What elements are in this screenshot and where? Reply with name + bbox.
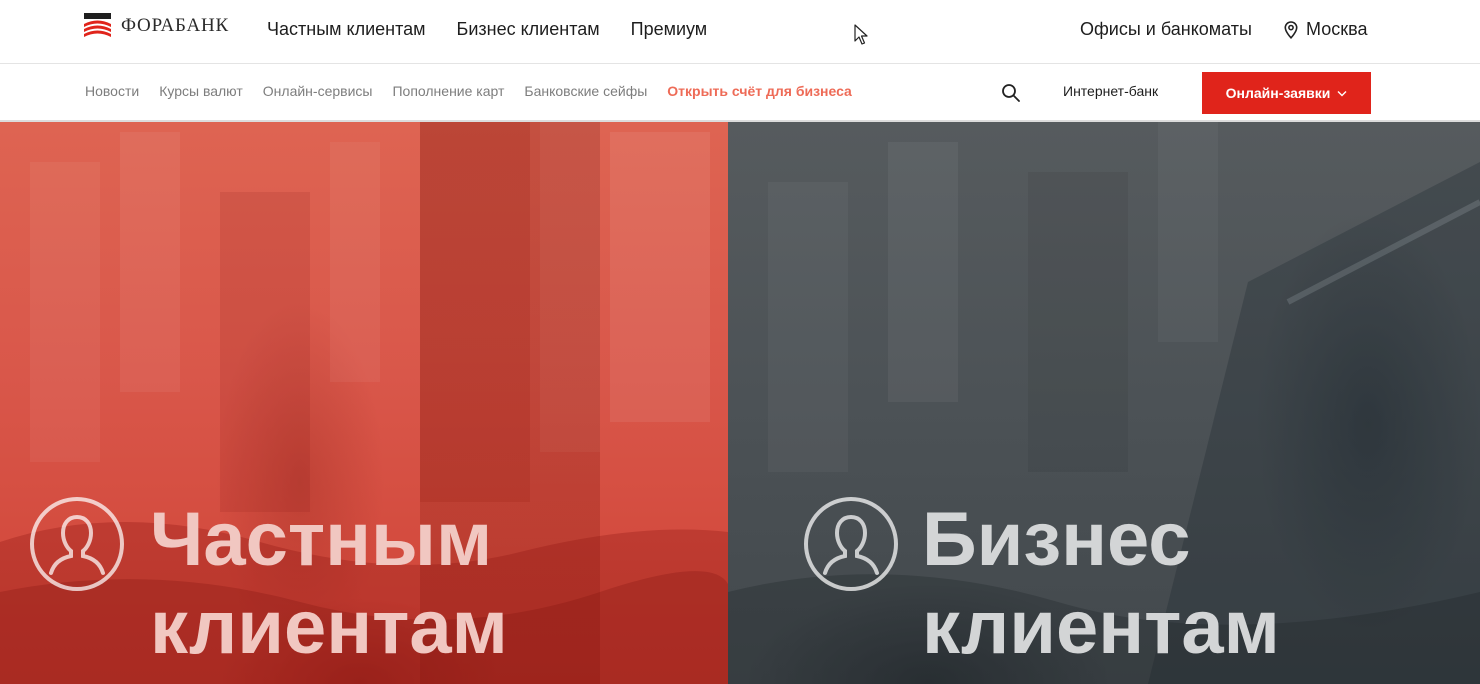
top-header: ФОРАБАНК Частным клиентам Бизнес клиента… xyxy=(0,0,1480,64)
business-clients-title-line2: клиентам xyxy=(922,585,1280,670)
sub-nav-open-business-account[interactable]: Открыть счёт для бизнеса xyxy=(667,83,852,99)
online-applications-label: Онлайн-заявки xyxy=(1225,85,1331,101)
secondary-header: Новости Курсы валют Онлайн-сервисы Попол… xyxy=(0,64,1480,122)
secondary-nav: Новости Курсы валют Онлайн-сервисы Попол… xyxy=(85,83,852,99)
offices-atms-link[interactable]: Офисы и банкоматы xyxy=(1080,19,1252,40)
private-clients-panel[interactable]: Частным клиентам xyxy=(0,122,728,684)
sub-nav-online-services[interactable]: Онлайн-сервисы xyxy=(263,83,373,99)
business-clients-title-line1: Бизнес xyxy=(922,497,1191,582)
sub-nav-exchange-rates[interactable]: Курсы валют xyxy=(159,83,243,99)
bank-logo-icon xyxy=(84,13,111,37)
user-silhouette-icon xyxy=(30,497,124,591)
business-clients-title: Бизнес клиентам xyxy=(922,496,1280,672)
business-clients-panel[interactable]: Бизнес клиентам xyxy=(728,122,1480,684)
private-clients-title: Частным клиентам xyxy=(150,496,508,672)
map-pin-icon xyxy=(1284,20,1298,39)
city-label: Москва xyxy=(1306,19,1368,39)
logo[interactable]: ФОРАБАНК xyxy=(84,13,229,39)
main-nav-private-clients[interactable]: Частным клиентам xyxy=(267,19,426,40)
user-silhouette-icon xyxy=(804,497,898,591)
private-clients-title-line1: Частным xyxy=(150,497,493,582)
private-clients-title-line2: клиентам xyxy=(150,585,508,670)
logo-text: ФОРАБАНК xyxy=(121,15,229,36)
city-selector[interactable]: Москва xyxy=(1284,19,1367,40)
main-nav: Частным клиентам Бизнес клиентам Премиум xyxy=(267,19,707,40)
main-nav-business-clients[interactable]: Бизнес клиентам xyxy=(457,19,600,40)
search-icon[interactable] xyxy=(1001,83,1021,103)
internet-bank-link[interactable]: Интернет-банк xyxy=(1063,83,1158,99)
sub-nav-news[interactable]: Новости xyxy=(85,83,139,99)
main-nav-premium[interactable]: Премиум xyxy=(631,19,708,40)
chevron-down-icon xyxy=(1337,90,1347,96)
sub-nav-card-top-up[interactable]: Пополнение карт xyxy=(392,83,504,99)
mouse-cursor-icon xyxy=(854,24,868,45)
sub-nav-safe-deposit[interactable]: Банковские сейфы xyxy=(524,83,647,99)
online-applications-button[interactable]: Онлайн-заявки xyxy=(1202,72,1371,114)
